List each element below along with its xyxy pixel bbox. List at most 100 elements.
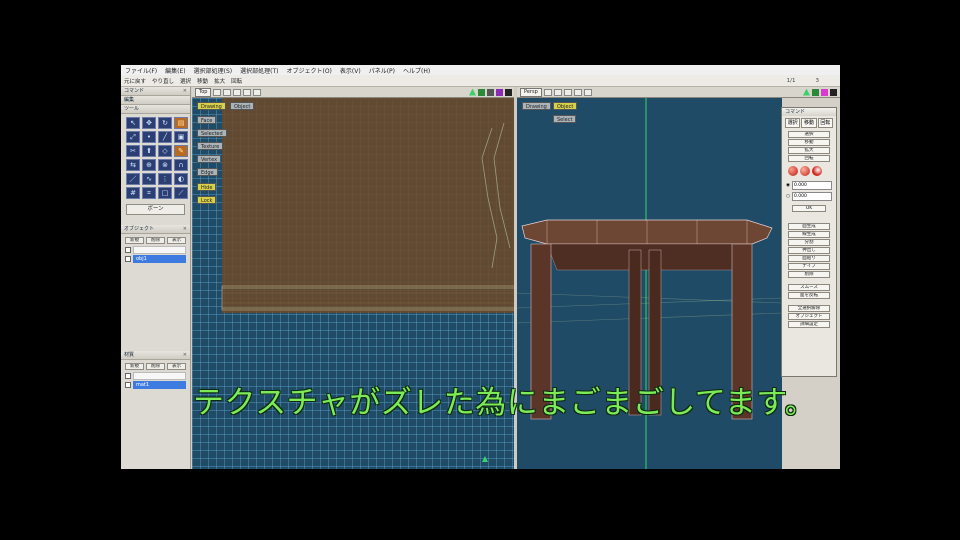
- color-purple-icon[interactable]: [496, 88, 503, 96]
- material-delete-button[interactable]: 削除: [146, 363, 165, 370]
- curve-tool-icon[interactable]: ∿: [142, 173, 156, 185]
- tag-vertex[interactable]: Vertex: [197, 155, 222, 163]
- lathe-tool-icon[interactable]: ◐: [174, 173, 188, 185]
- tag-selected[interactable]: Selected: [197, 129, 227, 137]
- menu-edit[interactable]: 編集(E): [161, 66, 189, 75]
- menu-select-a[interactable]: 選択部処理(S): [190, 66, 237, 75]
- tag-select[interactable]: Select: [553, 115, 577, 123]
- list-item[interactable]: mat1: [125, 381, 186, 389]
- tab-rotate[interactable]: 回転: [817, 118, 833, 128]
- knife-tool-icon[interactable]: ✂: [126, 145, 140, 157]
- material-show-button[interactable]: 表示: [167, 363, 186, 370]
- view-front-icon[interactable]: [543, 88, 552, 96]
- line-tool-icon[interactable]: ／: [126, 173, 140, 185]
- tag-object[interactable]: Object: [230, 102, 255, 110]
- cmd-button-2[interactable]: 線生成: [788, 231, 830, 238]
- cmd-button-8[interactable]: スムース: [788, 284, 830, 291]
- view-grid-icon[interactable]: [253, 88, 262, 96]
- view-grid-icon[interactable]: [583, 88, 592, 96]
- spin-input-2[interactable]: 0.000: [791, 192, 832, 201]
- cmd-button-9[interactable]: 面を反転: [788, 292, 830, 299]
- object-show-button[interactable]: 表示: [167, 237, 186, 244]
- list-item[interactable]: obj1: [125, 255, 186, 263]
- menu-select-b[interactable]: 選択部処理(T): [236, 66, 282, 75]
- tag-hide[interactable]: Hide: [197, 183, 217, 191]
- bone-button[interactable]: ボーン: [126, 204, 185, 215]
- cmd-button-10[interactable]: 全選択解除: [788, 305, 830, 312]
- close-icon[interactable]: ×: [183, 87, 187, 95]
- texture-tool-icon[interactable]: ▤: [174, 117, 188, 129]
- cmd-button-1[interactable]: 面生成: [788, 223, 830, 230]
- nav-triangle-icon[interactable]: [482, 456, 488, 462]
- object-name[interactable]: obj1: [133, 255, 186, 263]
- close-icon[interactable]: ×: [183, 351, 187, 359]
- tag-object[interactable]: Object: [553, 102, 578, 110]
- toolbar-scale[interactable]: 拡大: [211, 77, 228, 85]
- toolbar-redo[interactable]: やり直し: [149, 77, 177, 85]
- magnet-tool-icon[interactable]: ∩: [174, 159, 188, 171]
- visibility-checkbox[interactable]: [125, 256, 131, 262]
- tag-lock[interactable]: Lock: [197, 196, 217, 204]
- material-new-button[interactable]: 新規: [125, 363, 144, 370]
- weld-tool-icon[interactable]: ⊗: [158, 159, 172, 171]
- box-tool-icon[interactable]: □: [158, 187, 172, 199]
- color-magenta-icon[interactable]: [821, 88, 828, 96]
- view-persp-icon[interactable]: [243, 88, 252, 96]
- view-mode-label[interactable]: Persp: [520, 87, 542, 97]
- radio-icon[interactable]: ◉: [786, 183, 790, 188]
- move-tool-icon[interactable]: ✥: [142, 117, 156, 129]
- menu-panel[interactable]: パネル(P): [365, 66, 399, 75]
- cmd-button-3[interactable]: 分割: [788, 239, 830, 246]
- rotate-tool-icon[interactable]: ↻: [158, 117, 172, 129]
- vertex-tool-icon[interactable]: •: [142, 131, 156, 143]
- snap-tool-icon[interactable]: ⊕: [142, 159, 156, 171]
- select-tool-icon[interactable]: ↖: [126, 117, 140, 129]
- wire-tool-icon[interactable]: ⌗: [142, 187, 156, 199]
- edge-tool-icon[interactable]: ╱: [158, 131, 172, 143]
- object-delete-button[interactable]: 削除: [146, 237, 165, 244]
- grid-tool-icon[interactable]: #: [126, 187, 140, 199]
- select-button[interactable]: 選択: [788, 131, 830, 138]
- move-button[interactable]: 移動: [788, 139, 830, 146]
- nav-arrow-icon[interactable]: [803, 88, 810, 96]
- material-name[interactable]: mat1: [133, 381, 186, 389]
- toolbar-select[interactable]: 選択: [177, 77, 194, 85]
- scale-tool-icon[interactable]: ⤢: [126, 131, 140, 143]
- paint-tool-icon[interactable]: ✎: [174, 145, 188, 157]
- list-item[interactable]: [125, 372, 186, 380]
- mirror-tool-icon[interactable]: ⇆: [126, 159, 140, 171]
- toolbar-undo[interactable]: 元に戻す: [121, 77, 149, 85]
- cmd-button-5[interactable]: 面貼り: [788, 255, 830, 262]
- view-persp-icon[interactable]: [573, 88, 582, 96]
- cmd-button-12[interactable]: 詳細設定: [788, 321, 830, 328]
- cmd-button-6[interactable]: ナイフ: [788, 263, 830, 270]
- cmd-button-4[interactable]: 押出し: [788, 247, 830, 254]
- ok-button[interactable]: OK: [792, 205, 826, 212]
- view-mode-label[interactable]: Top: [195, 87, 212, 97]
- spin-input-1[interactable]: 0.000: [791, 181, 832, 190]
- view-top-icon[interactable]: [563, 88, 572, 96]
- tag-edge[interactable]: Edge: [197, 168, 218, 176]
- color-black-icon[interactable]: [830, 88, 837, 96]
- menu-file[interactable]: ファイル(F): [121, 66, 161, 75]
- rotate-button[interactable]: 回転: [788, 155, 830, 162]
- visibility-checkbox[interactable]: [125, 373, 131, 379]
- visibility-checkbox[interactable]: [125, 382, 131, 388]
- list-item[interactable]: [125, 246, 186, 254]
- tag-drawing[interactable]: Drawing: [522, 102, 551, 110]
- tab-select[interactable]: 選択: [785, 118, 801, 128]
- tag-drawing[interactable]: Drawing: [197, 102, 226, 110]
- object-new-button[interactable]: 新規: [125, 237, 144, 244]
- menu-view[interactable]: 表示(V): [336, 66, 365, 75]
- tab-move[interactable]: 移動: [801, 118, 817, 128]
- close-icon[interactable]: ×: [183, 225, 187, 233]
- face-tool-icon[interactable]: ▣: [174, 131, 188, 143]
- view-side-icon[interactable]: [223, 88, 232, 96]
- view-side-icon[interactable]: [553, 88, 562, 96]
- bevel-tool-icon[interactable]: ◇: [158, 145, 172, 157]
- color-green-icon[interactable]: [478, 88, 485, 96]
- menu-help[interactable]: ヘルプ(H): [399, 66, 434, 75]
- sphere-icon[interactable]: [788, 166, 798, 176]
- color-green-icon[interactable]: [812, 88, 819, 96]
- toolbar-move[interactable]: 移動: [194, 77, 211, 85]
